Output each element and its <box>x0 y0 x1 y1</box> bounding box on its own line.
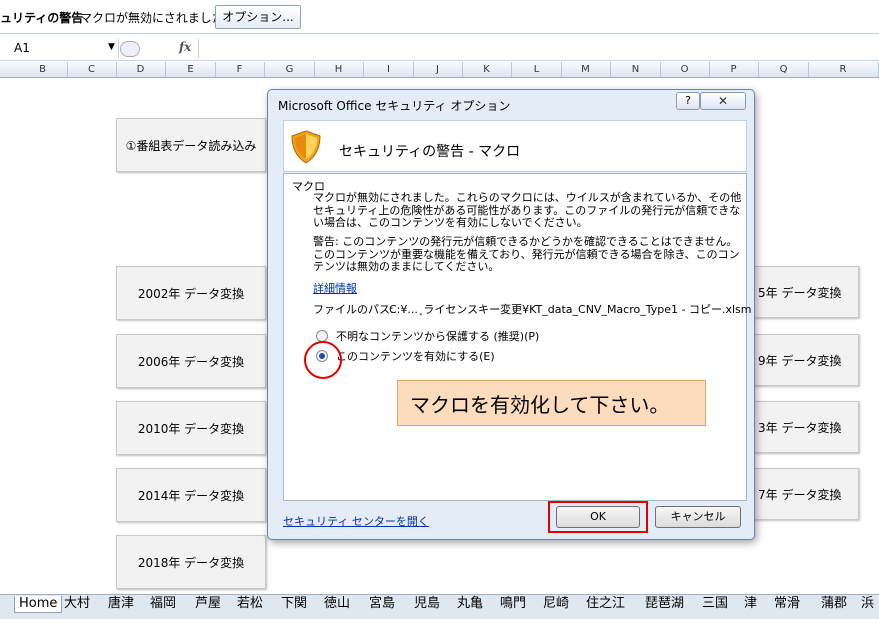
sheet-tab-5[interactable]: 若松 <box>237 596 263 612</box>
sheet-tab-18[interactable]: 蒲郡 <box>821 596 847 612</box>
security-warning-title: ュリティの警告 <box>0 11 84 25</box>
macro-disabled-message: マクロが無効にされました。 <box>80 11 236 25</box>
protect-radio-label[interactable]: 不明なコンテンツから保護する (推奨)(P) <box>336 328 539 344</box>
column-header-f[interactable]: F <box>215 62 265 77</box>
enable-radio-label[interactable]: このコンテンツを有効にする(E) <box>336 348 495 364</box>
highlight-circle <box>304 341 342 379</box>
column-header-k[interactable]: K <box>462 62 512 77</box>
sheet-tab-12[interactable]: 尼崎 <box>543 596 569 612</box>
sheet-tab-0[interactable]: Home <box>14 596 63 613</box>
shield-warning-icon <box>291 130 321 164</box>
options-button[interactable]: オプション... <box>215 5 301 29</box>
convert-2006-button[interactable]: 2006年 データ変換 <box>116 334 266 388</box>
sheet-tab-8[interactable]: 宮島 <box>369 596 395 612</box>
chevron-down-icon[interactable]: ▼ <box>108 42 115 52</box>
dialog-title: Microsoft Office セキュリティ オプション <box>278 99 511 113</box>
column-header-m[interactable]: M <box>561 62 611 77</box>
column-header-p[interactable]: P <box>709 62 759 77</box>
sheet-tab-4[interactable]: 芦屋 <box>195 596 221 612</box>
sheet-tab-11[interactable]: 鳴門 <box>500 596 526 612</box>
formula-input[interactable] <box>198 39 879 58</box>
column-header-c[interactable]: C <box>67 62 117 77</box>
file-path-label: ファイルのパス: <box>313 303 394 316</box>
sheet-tab-19[interactable]: 浜 <box>861 596 874 612</box>
sheet-tab-6[interactable]: 下関 <box>281 596 307 612</box>
column-header-r[interactable]: R <box>808 62 879 77</box>
dialog-heading: セキュリティの警告 - マクロ <box>339 144 521 160</box>
sheet-tab-13[interactable]: 住之江 <box>586 596 625 612</box>
convert-2014-button[interactable]: 2014年 データ変換 <box>116 468 266 522</box>
column-header-g[interactable]: G <box>265 62 315 77</box>
column-header-b[interactable]: B <box>18 62 68 77</box>
sheet-tab-10[interactable]: 丸亀 <box>457 596 483 612</box>
convert-2009-button[interactable]: 9年 データ変換 <box>753 334 859 386</box>
ok-highlight-box <box>548 501 648 533</box>
column-header-d[interactable]: D <box>116 62 166 77</box>
formula-bar-expand-handle[interactable] <box>120 41 140 57</box>
column-header-e[interactable]: E <box>166 62 216 77</box>
macro-warning-paragraph: マクロが無効にされました。これらのマクロには、ウイルスが含まれているか、その他セ… <box>313 191 742 229</box>
convert-2010-button[interactable]: 2010年 データ変換 <box>116 401 266 455</box>
column-header-l[interactable]: L <box>512 62 562 77</box>
details-link[interactable]: 詳細情報 <box>313 280 357 296</box>
sheet-tab-2[interactable]: 唐津 <box>108 596 134 612</box>
convert-2017-button[interactable]: 7年 データ変換 <box>753 468 859 520</box>
convert-2018-button[interactable]: 2018年 データ変換 <box>116 535 266 589</box>
column-header-q[interactable]: Q <box>759 62 809 77</box>
close-button[interactable]: ✕ <box>700 92 746 110</box>
publisher-warning-paragraph: 警告: このコンテンツの発行元が信頼できるかどうかを確認できることはできません。… <box>313 235 740 273</box>
cancel-button[interactable]: キャンセル <box>655 506 741 528</box>
instruction-note: マクロを有効化して下さい。 <box>397 380 706 426</box>
file-path-value: C:¥...¸ライセンスキー変更¥KT_data_CNV_Macro_Type1… <box>389 303 752 316</box>
sheet-tab-1[interactable]: 大村 <box>64 596 90 612</box>
help-button[interactable]: ? <box>676 92 700 110</box>
column-header-o[interactable]: O <box>660 62 710 77</box>
insert-function-icon[interactable]: fx <box>179 40 191 54</box>
sheet-tab-7[interactable]: 徳山 <box>324 596 350 612</box>
sheet-tab-17[interactable]: 常滑 <box>774 596 800 612</box>
sheet-tab-15[interactable]: 三国 <box>702 596 728 612</box>
convert-2002-button[interactable]: 2002年 データ変換 <box>116 266 266 320</box>
load-schedule-button[interactable]: ①番組表データ読み込み <box>116 118 266 172</box>
column-header-h[interactable]: H <box>314 62 364 77</box>
sheet-tab-16[interactable]: 津 <box>744 596 757 612</box>
convert-2013-button[interactable]: 3年 データ変換 <box>753 401 859 453</box>
sheet-tab-9[interactable]: 児島 <box>414 596 440 612</box>
name-box-value: A1 <box>14 41 30 55</box>
column-header-i[interactable]: I <box>364 62 414 77</box>
sheet-tab-3[interactable]: 福岡 <box>150 596 176 612</box>
trust-center-link[interactable]: セキュリティ センターを開く <box>283 513 429 529</box>
sheet-tab-14[interactable]: 琵琶湖 <box>645 596 684 612</box>
column-header-n[interactable]: N <box>611 62 661 77</box>
convert-2005-button[interactable]: 5年 データ変換 <box>753 266 859 318</box>
column-header-j[interactable]: J <box>413 62 463 77</box>
